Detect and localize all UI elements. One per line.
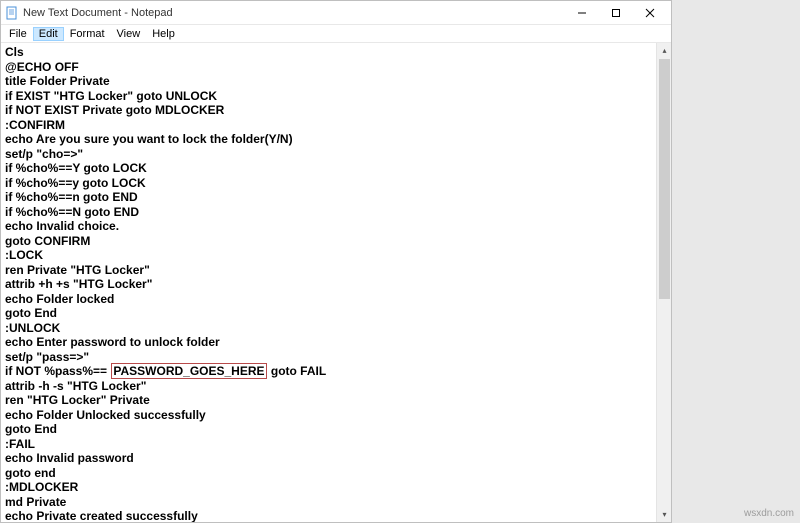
close-button[interactable]	[633, 2, 667, 24]
window-title: New Text Document - Notepad	[23, 7, 565, 19]
editor-line: if %cho%==n goto END	[5, 190, 652, 205]
vertical-scrollbar[interactable]: ▴ ▾	[656, 43, 671, 522]
editor-line: ren Private "HTG Locker"	[5, 263, 652, 278]
notepad-window: New Text Document - Notepad FileEditForm…	[0, 0, 672, 523]
editor-line: :LOCK	[5, 248, 652, 263]
scroll-up-arrow[interactable]: ▴	[657, 43, 671, 58]
editor-line: if %cho%==N goto END	[5, 205, 652, 220]
menu-view[interactable]: View	[111, 27, 147, 41]
editor-line: goto end	[5, 466, 652, 481]
editor-line: set/p "cho=>"	[5, 147, 652, 162]
notepad-icon	[5, 6, 19, 20]
editor-line: set/p "pass=>"	[5, 350, 652, 365]
editor-line: title Folder Private	[5, 74, 652, 89]
editor-line: :FAIL	[5, 437, 652, 452]
editor-line: attrib -h -s "HTG Locker"	[5, 379, 652, 394]
editor-line: :CONFIRM	[5, 118, 652, 133]
content-area: Cls@ECHO OFFtitle Folder Privateif EXIST…	[1, 43, 671, 522]
editor-line: goto End	[5, 306, 652, 321]
titlebar[interactable]: New Text Document - Notepad	[1, 1, 671, 25]
menu-format[interactable]: Format	[64, 27, 111, 41]
editor-line: Cls	[5, 45, 652, 60]
editor-line: :UNLOCK	[5, 321, 652, 336]
maximize-button[interactable]	[599, 2, 633, 24]
editor-line: echo Folder Unlocked successfully	[5, 408, 652, 423]
menu-edit[interactable]: Edit	[33, 27, 64, 41]
editor-line: echo Enter password to unlock folder	[5, 335, 652, 350]
editor-line: md Private	[5, 495, 652, 510]
scroll-thumb[interactable]	[659, 59, 670, 299]
editor-line: echo Are you sure you want to lock the f…	[5, 132, 652, 147]
menu-help[interactable]: Help	[146, 27, 181, 41]
editor-line: echo Private created successfully	[5, 509, 652, 522]
editor-line: if NOT %pass%== PASSWORD_GOES_HERE goto …	[5, 364, 652, 379]
editor-line: goto CONFIRM	[5, 234, 652, 249]
editor-line: if EXIST "HTG Locker" goto UNLOCK	[5, 89, 652, 104]
watermark: wsxdn.com	[744, 508, 794, 519]
editor-line: :MDLOCKER	[5, 480, 652, 495]
editor-line: echo Invalid choice.	[5, 219, 652, 234]
menu-file[interactable]: File	[3, 27, 33, 41]
editor-line: attrib +h +s "HTG Locker"	[5, 277, 652, 292]
editor-line: echo Folder locked	[5, 292, 652, 307]
editor-line: goto End	[5, 422, 652, 437]
minimize-button[interactable]	[565, 2, 599, 24]
window-controls	[565, 2, 667, 24]
text-editor[interactable]: Cls@ECHO OFFtitle Folder Privateif EXIST…	[1, 43, 656, 522]
editor-line: ren "HTG Locker" Private	[5, 393, 652, 408]
scroll-down-arrow[interactable]: ▾	[657, 507, 671, 522]
menubar: FileEditFormatViewHelp	[1, 25, 671, 43]
editor-line: if %cho%==Y goto LOCK	[5, 161, 652, 176]
editor-line: if NOT EXIST Private goto MDLOCKER	[5, 103, 652, 118]
editor-line: echo Invalid password	[5, 451, 652, 466]
highlighted-placeholder: PASSWORD_GOES_HERE	[111, 363, 266, 379]
editor-line: @ECHO OFF	[5, 60, 652, 75]
editor-line: if %cho%==y goto LOCK	[5, 176, 652, 191]
